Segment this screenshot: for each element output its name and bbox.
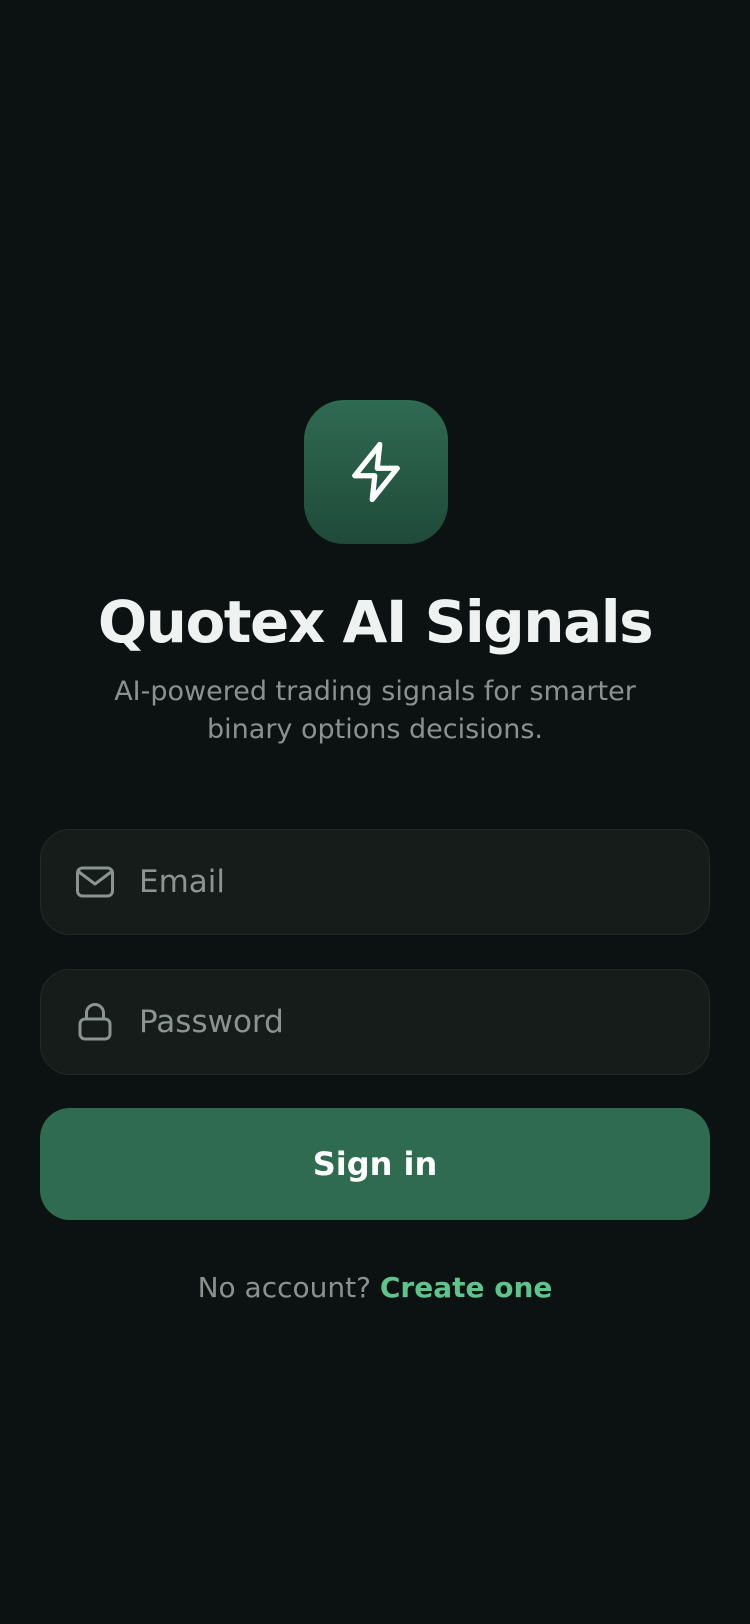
create-account-link[interactable]: Create one: [380, 1271, 553, 1304]
app-logo: [304, 400, 448, 544]
signup-prompt: No account? Create one: [0, 1268, 750, 1308]
password-input[interactable]: [139, 970, 709, 1074]
lock-icon: [75, 1002, 115, 1042]
sign-in-button[interactable]: Sign in: [40, 1108, 710, 1220]
lightning-bolt-icon: [346, 439, 406, 505]
no-account-text: No account?: [197, 1271, 380, 1304]
app-title: Quotex AI Signals: [97, 588, 654, 656]
email-input[interactable]: [139, 830, 709, 934]
password-field[interactable]: [40, 969, 710, 1075]
email-field[interactable]: [40, 829, 710, 935]
mail-icon: [75, 862, 115, 902]
app-subtitle: AI-powered trading signals for smarter b…: [114, 676, 636, 745]
login-screen: Quotex AI Signals AI-powered trading sig…: [0, 0, 750, 1624]
